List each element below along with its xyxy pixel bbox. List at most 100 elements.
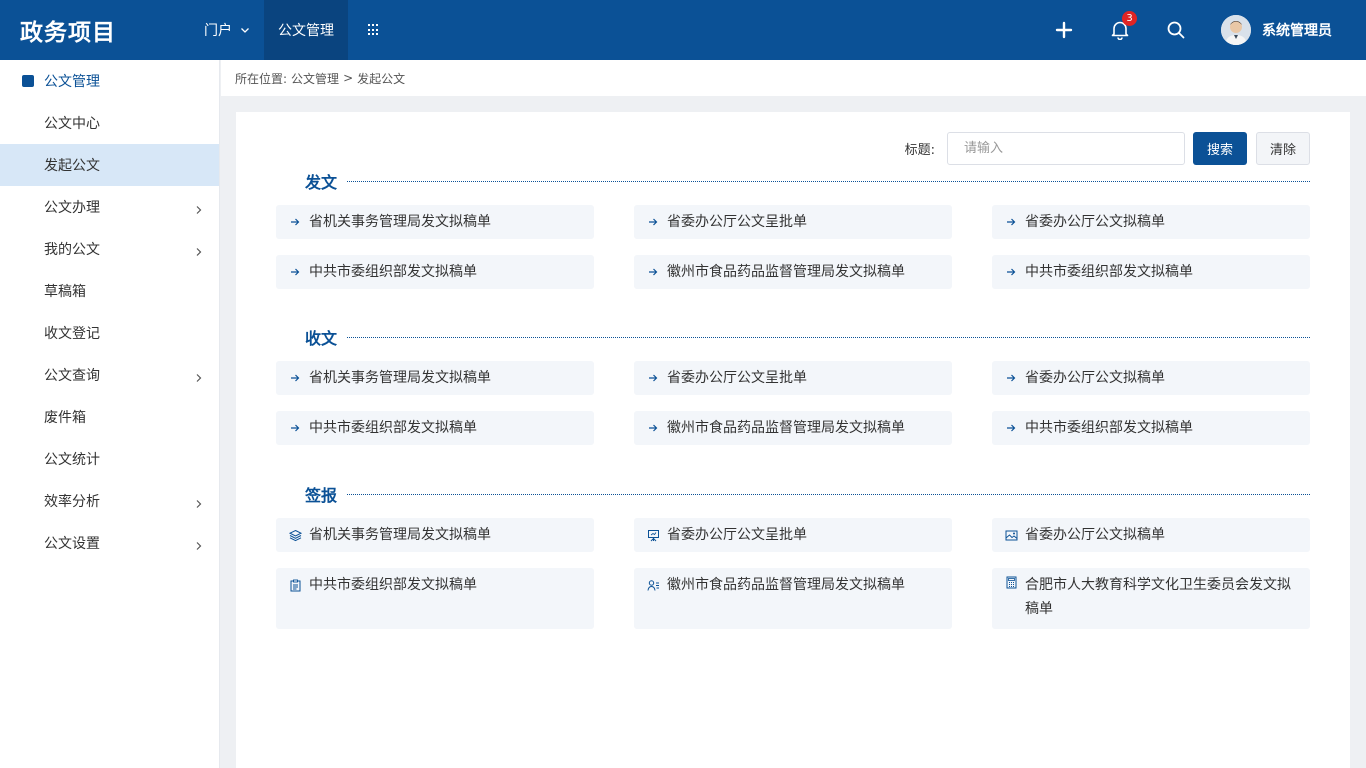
notification-badge: 3 [1122,11,1137,26]
form-template-card[interactable]: 省委办公厅公文拟稿单 [992,205,1310,239]
form-template-card[interactable]: 中共市委组织部发文拟稿单 [276,411,594,445]
sidebar-item[interactable]: 公文设置 [0,522,219,564]
form-template-card[interactable]: 省机关事务管理局发文拟稿单 [276,205,594,239]
sidebar-item[interactable]: 公文中心 [0,102,219,144]
search-label: 标题: [904,143,935,158]
apps-menu-button[interactable] [348,0,400,60]
arrow-right-icon [1004,265,1018,279]
app-logo[interactable]: 政务项目 [0,13,190,47]
form-template-card[interactable]: 中共市委组织部发文拟稿单 [276,255,594,289]
sidebar-title[interactable]: 公文管理 [0,60,219,102]
form-template-label: 中共市委组织部发文拟稿单 [1025,264,1193,280]
form-template-label: 徽州市食品药品监督管理局发文拟稿单 [667,420,905,436]
nav-item-label: 门户 [204,23,232,39]
breadcrumb-item[interactable]: 发起公文 [357,70,405,87]
form-template-card[interactable]: 中共市委组织部发文拟稿单 [992,255,1310,289]
section-title: 签报 [276,482,1310,506]
section-outgoing: 发文省机关事务管理局发文拟稿单 省委办公厅公文呈批单 省委办公厅公文拟稿单中共市委组… [276,169,1310,289]
sidebar-item[interactable]: 草稿箱 [0,270,219,312]
form-template-card[interactable]: 合肥市人大教育科学文化卫生委员会发文拟稿单 [992,568,1310,629]
form-template-card[interactable]: 徽州市食品药品监督管理局发文拟稿单 [634,568,952,629]
sidebar-item-label: 公文中心 [44,116,100,132]
user-menu[interactable]: 系统管理员 [1221,15,1332,45]
form-template-card[interactable]: 徽州市食品药品监督管理局发文拟稿单 [634,411,952,445]
form-template-label: 省委办公厅公文呈批单 [667,527,807,543]
arrow-right-icon [1004,371,1018,385]
user-list-icon [646,578,660,592]
form-template-label: 中共市委组织部发文拟稿单 [309,577,477,593]
sidebar-item[interactable]: 废件箱 [0,396,219,438]
calculator-icon [1004,575,1018,589]
notifications-button[interactable]: 3 [1109,11,1137,41]
chevron-right-icon [195,203,203,214]
main-panel: 标题: 搜索 清除 发文省机关事务管理局发文拟稿单省委办公厅公文呈批单省委办公厅… [236,112,1350,768]
sidebar-item[interactable]: 公文查询 [0,354,219,396]
sidebar-item[interactable]: 我的公文 [0,228,219,270]
section-title: 发文 [276,169,1310,193]
chevron-right-icon [195,539,203,550]
sidebar-item[interactable]: 效率分析 [0,480,219,522]
form-template-label: 省委办公厅公文拟稿单 [1025,370,1165,386]
breadcrumb: 所在位置: 公文管理 > 发起公文 [221,60,1366,96]
sidebar-item-label: 公文办理 [44,200,100,216]
sidebar-item[interactable]: 公文统计 [0,438,219,480]
sidebar-title-label: 公文管理 [44,74,100,90]
nav-item-document-management[interactable]: 公文管理 [264,0,348,60]
form-template-label: 中共市委组织部发文拟稿单 [309,264,477,280]
sidebar-item-label: 发起公文 [44,158,100,174]
form-template-card[interactable]: 省委办公厅公文呈批单 [634,205,952,239]
chevron-right-icon [195,371,203,382]
form-template-card[interactable]: 中共市委组织部发文拟稿单 [992,411,1310,445]
form-template-card[interactable]: 徽州市食品药品监督管理局发文拟稿单 [634,255,952,289]
breadcrumb-prefix: 所在位置: [235,71,288,86]
sidebar-item[interactable]: 公文办理 [0,186,219,228]
section-report: 签报省机关事务管理局发文拟稿单 省委办公厅公文呈批单 省委办公厅公文拟稿单中共市委组… [276,482,1310,629]
sidebar-item[interactable]: 发起公文 [0,144,219,186]
sidebar-item-label: 我的公文 [44,242,100,258]
sidebar-item[interactable]: 收文登记 [0,312,219,354]
top-header: 政务项目 门户 公文管理 3 系统管理员 [0,0,1366,60]
arrow-right-icon [1004,421,1018,435]
arrow-right-icon [646,421,660,435]
chevron-down-icon [241,28,249,33]
sidebar-item-label: 公文统计 [44,452,100,468]
section-title-label: 收文 [276,325,348,349]
form-template-card[interactable]: 省机关事务管理局发文拟稿单 [276,361,594,395]
avatar [1221,15,1251,45]
search-icon [1167,21,1185,39]
title-search-input[interactable] [947,132,1185,165]
form-template-label: 合肥市人大教育科学文化卫生委员会发文拟稿单 [1025,577,1291,617]
search-button[interactable] [1165,19,1187,41]
form-template-card[interactable]: 省委办公厅公文呈批单 [634,518,952,552]
grid-icon [368,24,380,36]
form-template-card[interactable]: 省委办公厅公文呈批单 [634,361,952,395]
form-template-card[interactable]: 中共市委组织部发文拟稿单 [276,568,594,629]
form-template-card[interactable]: 省机关事务管理局发文拟稿单 [276,518,594,552]
search-button[interactable]: 搜索 [1193,132,1247,165]
form-card-grid: 省机关事务管理局发文拟稿单 省委办公厅公文呈批单 省委办公厅公文拟稿单中共市委组织部… [276,205,1310,289]
image-card-icon [1004,528,1018,542]
sidebar-item-label: 效率分析 [44,494,100,510]
nav-item-portal[interactable]: 门户 [190,0,264,60]
add-button[interactable] [1053,19,1075,41]
sidebar-item-label: 废件箱 [44,410,86,426]
clear-button[interactable]: 清除 [1256,132,1310,165]
section-incoming: 收文省机关事务管理局发文拟稿单 省委办公厅公文呈批单 省委办公厅公文拟稿单中共市委组… [276,325,1310,445]
form-template-label: 中共市委组织部发文拟稿单 [1025,420,1193,436]
form-template-card[interactable]: 省委办公厅公文拟稿单 [992,361,1310,395]
form-template-label: 徽州市食品药品监督管理局发文拟稿单 [667,264,905,280]
form-template-label: 中共市委组织部发文拟稿单 [309,420,477,436]
layers-icon [288,528,302,542]
header-actions: 3 系统管理员 [1041,0,1366,60]
sidebar-item-label: 公文设置 [44,536,100,552]
form-template-label: 省机关事务管理局发文拟稿单 [309,370,491,386]
sidebar-item-label: 收文登记 [44,326,100,342]
form-template-label: 省委办公厅公文拟稿单 [1025,527,1165,543]
arrow-right-icon [646,265,660,279]
breadcrumb-item[interactable]: 公文管理 [291,70,339,87]
form-template-label: 省委办公厅公文呈批单 [667,370,807,386]
form-template-card[interactable]: 省委办公厅公文拟稿单 [992,518,1310,552]
arrow-right-icon [288,371,302,385]
breadcrumb-separator: > [343,71,354,85]
section-title-label: 发文 [276,169,348,193]
